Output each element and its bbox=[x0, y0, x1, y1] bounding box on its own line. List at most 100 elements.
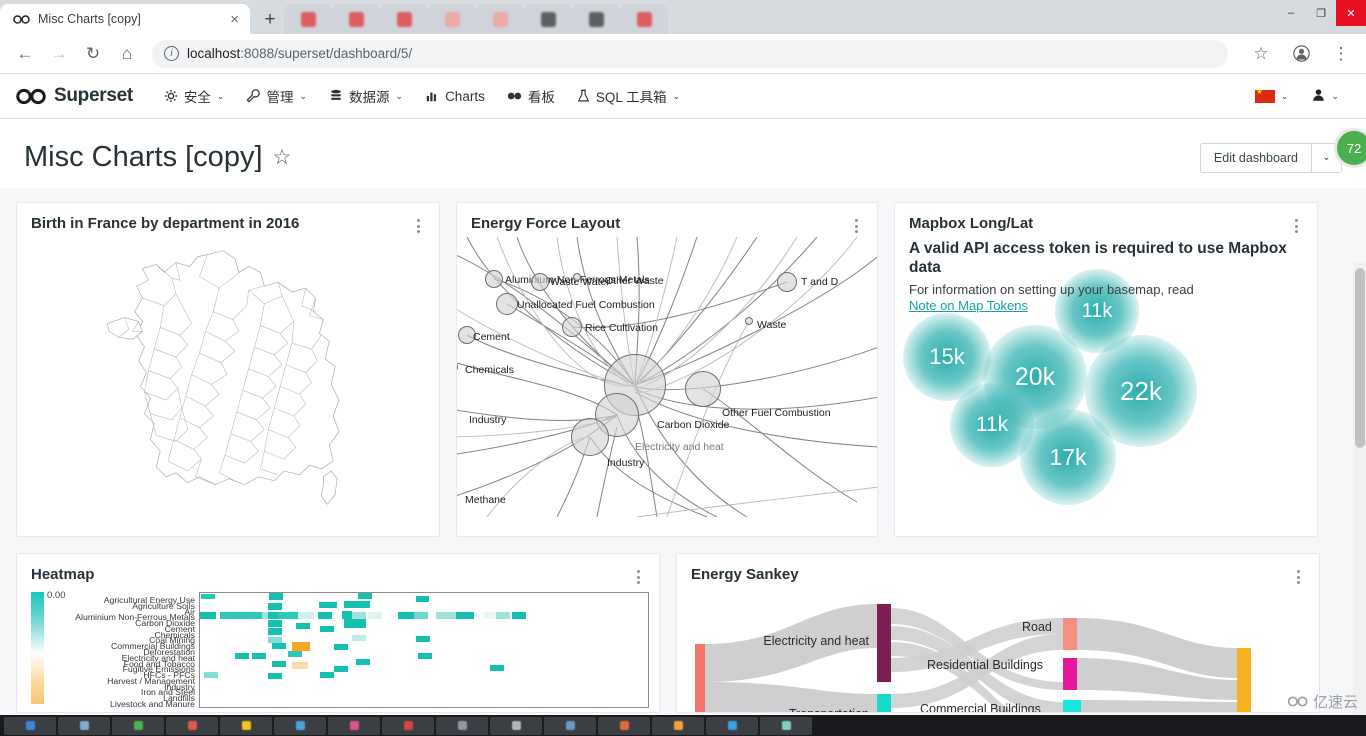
chart-card-heatmap[interactable]: Heatmap 0.00 Agricultural Energy Use Agri… bbox=[16, 553, 660, 713]
heatmap-cell[interactable] bbox=[272, 661, 286, 667]
heatmap-cell[interactable] bbox=[416, 596, 429, 602]
nav-item-4[interactable]: Charts bbox=[414, 83, 496, 110]
heatmap-cell[interactable] bbox=[334, 644, 348, 650]
taskbar-item[interactable] bbox=[490, 716, 542, 735]
heatmap-cell[interactable] bbox=[288, 651, 302, 657]
background-tab[interactable] bbox=[524, 4, 572, 34]
heatmap-cell[interactable] bbox=[268, 628, 282, 635]
heatmap-cell[interactable] bbox=[292, 662, 308, 669]
sankey-node[interactable] bbox=[1063, 658, 1077, 690]
background-tab[interactable] bbox=[284, 4, 332, 34]
site-info-icon[interactable]: i bbox=[164, 46, 179, 61]
heatmap-cell[interactable] bbox=[356, 659, 370, 665]
profile-avatar-icon[interactable] bbox=[1286, 39, 1316, 69]
sankey-node[interactable] bbox=[1237, 648, 1251, 712]
background-tab[interactable] bbox=[428, 4, 476, 34]
heatmap-cell[interactable] bbox=[278, 612, 298, 619]
background-tab[interactable] bbox=[332, 4, 380, 34]
heatmap-cell[interactable] bbox=[398, 612, 414, 619]
heatmap-grid[interactable] bbox=[199, 592, 649, 708]
taskbar-item[interactable] bbox=[274, 716, 326, 735]
sankey-node[interactable] bbox=[877, 694, 891, 712]
heatmap-cell[interactable] bbox=[298, 612, 314, 619]
taskbar-item[interactable] bbox=[112, 716, 164, 735]
heatmap-cell[interactable] bbox=[496, 612, 510, 619]
background-tab[interactable] bbox=[620, 4, 668, 34]
force-node[interactable] bbox=[685, 371, 721, 407]
heatmap-cell[interactable] bbox=[418, 653, 432, 659]
chart-menu-icon[interactable] bbox=[849, 215, 863, 233]
superset-logo[interactable]: Superset bbox=[16, 85, 133, 107]
heatmap-cell[interactable] bbox=[352, 612, 366, 619]
status-badge[interactable]: 72 bbox=[1334, 128, 1366, 168]
force-node[interactable] bbox=[573, 273, 581, 281]
heatmap-cell[interactable] bbox=[352, 635, 366, 641]
address-bar[interactable]: i localhost:8088/superset/dashboard/5/ bbox=[152, 39, 1228, 68]
heatmap-cell[interactable] bbox=[414, 612, 428, 619]
heatmap-cell[interactable] bbox=[220, 612, 262, 619]
chart-menu-icon[interactable] bbox=[631, 566, 645, 584]
chart-card-mapbox[interactable]: Mapbox Long/Lat 11k 15k 20k 22k 11k 17k A val… bbox=[894, 202, 1318, 537]
heatmap-cell[interactable] bbox=[512, 612, 526, 619]
heatmap-cell[interactable] bbox=[269, 593, 283, 600]
browser-tab[interactable]: Misc Charts [copy] × bbox=[0, 4, 250, 34]
force-node[interactable] bbox=[777, 272, 797, 292]
sankey-node[interactable] bbox=[695, 644, 705, 712]
background-tab[interactable] bbox=[476, 4, 524, 34]
chart-card-sankey[interactable]: Energy Sankey Electricity and heat Road … bbox=[676, 553, 1320, 713]
reload-icon[interactable]: ↻ bbox=[78, 39, 108, 69]
force-node[interactable] bbox=[485, 270, 503, 288]
chart-menu-icon[interactable] bbox=[1289, 215, 1303, 233]
new-tab-button[interactable]: + bbox=[256, 6, 284, 34]
page-scrollbar-thumb[interactable] bbox=[1355, 268, 1365, 448]
heatmap-cell[interactable] bbox=[342, 611, 352, 619]
window-minimize-button[interactable]: – bbox=[1276, 0, 1306, 26]
edit-dashboard-button[interactable]: Edit dashboard bbox=[1200, 143, 1311, 172]
chart-menu-icon[interactable] bbox=[1291, 566, 1305, 584]
heatmap-cell[interactable] bbox=[268, 603, 282, 610]
heatmap-cell[interactable] bbox=[272, 643, 286, 649]
force-node[interactable] bbox=[745, 317, 753, 325]
heatmap-cell[interactable] bbox=[436, 612, 456, 619]
favorite-star-icon[interactable]: ☆ bbox=[273, 145, 292, 170]
user-menu[interactable]: ⌄ bbox=[1301, 82, 1350, 111]
taskbar-item[interactable] bbox=[436, 716, 488, 735]
heatmap-cell[interactable] bbox=[334, 666, 348, 672]
nav-item-5[interactable]: 看板 bbox=[496, 80, 566, 112]
heatmap-cell[interactable] bbox=[319, 602, 337, 608]
bookmark-star-icon[interactable]: ☆ bbox=[1246, 39, 1276, 69]
taskbar-item[interactable] bbox=[544, 716, 596, 735]
nav-item-3[interactable]: 数据源 ⌄ bbox=[318, 80, 414, 112]
heatmap-cell[interactable] bbox=[268, 612, 278, 619]
heatmap-cell[interactable] bbox=[358, 593, 372, 599]
force-node[interactable] bbox=[562, 317, 582, 337]
heatmap-cell[interactable] bbox=[235, 653, 249, 659]
map-cluster-bubble[interactable]: 17k bbox=[1020, 409, 1116, 505]
background-tab[interactable] bbox=[380, 4, 428, 34]
taskbar-item[interactable] bbox=[4, 716, 56, 735]
heatmap-cell[interactable] bbox=[200, 612, 216, 619]
force-node[interactable] bbox=[531, 273, 549, 291]
heatmap-cell[interactable] bbox=[344, 619, 366, 628]
force-node[interactable] bbox=[571, 418, 609, 456]
taskbar-item[interactable] bbox=[706, 716, 758, 735]
heatmap-cell[interactable] bbox=[296, 623, 310, 629]
background-tab[interactable] bbox=[572, 4, 620, 34]
taskbar-item[interactable] bbox=[328, 716, 380, 735]
heatmap-cell[interactable] bbox=[490, 665, 504, 671]
chart-menu-icon[interactable] bbox=[411, 215, 425, 233]
heatmap-cell[interactable] bbox=[204, 672, 218, 678]
heatmap-cell[interactable] bbox=[484, 612, 496, 619]
heatmap-cell[interactable] bbox=[416, 636, 430, 642]
heatmap-cell[interactable] bbox=[368, 612, 382, 619]
heatmap-cell[interactable] bbox=[320, 672, 334, 678]
nav-item-6[interactable]: SQL 工具箱 ⌄ bbox=[566, 80, 691, 112]
heatmap-cell[interactable] bbox=[320, 626, 334, 632]
tab-close-icon[interactable]: × bbox=[227, 11, 242, 28]
heatmap-cell[interactable] bbox=[268, 620, 282, 627]
windows-taskbar[interactable] bbox=[0, 715, 1366, 736]
sankey-node[interactable] bbox=[1063, 700, 1081, 712]
taskbar-item[interactable] bbox=[598, 716, 650, 735]
taskbar-item[interactable] bbox=[58, 716, 110, 735]
home-icon[interactable]: ⌂ bbox=[112, 39, 142, 69]
